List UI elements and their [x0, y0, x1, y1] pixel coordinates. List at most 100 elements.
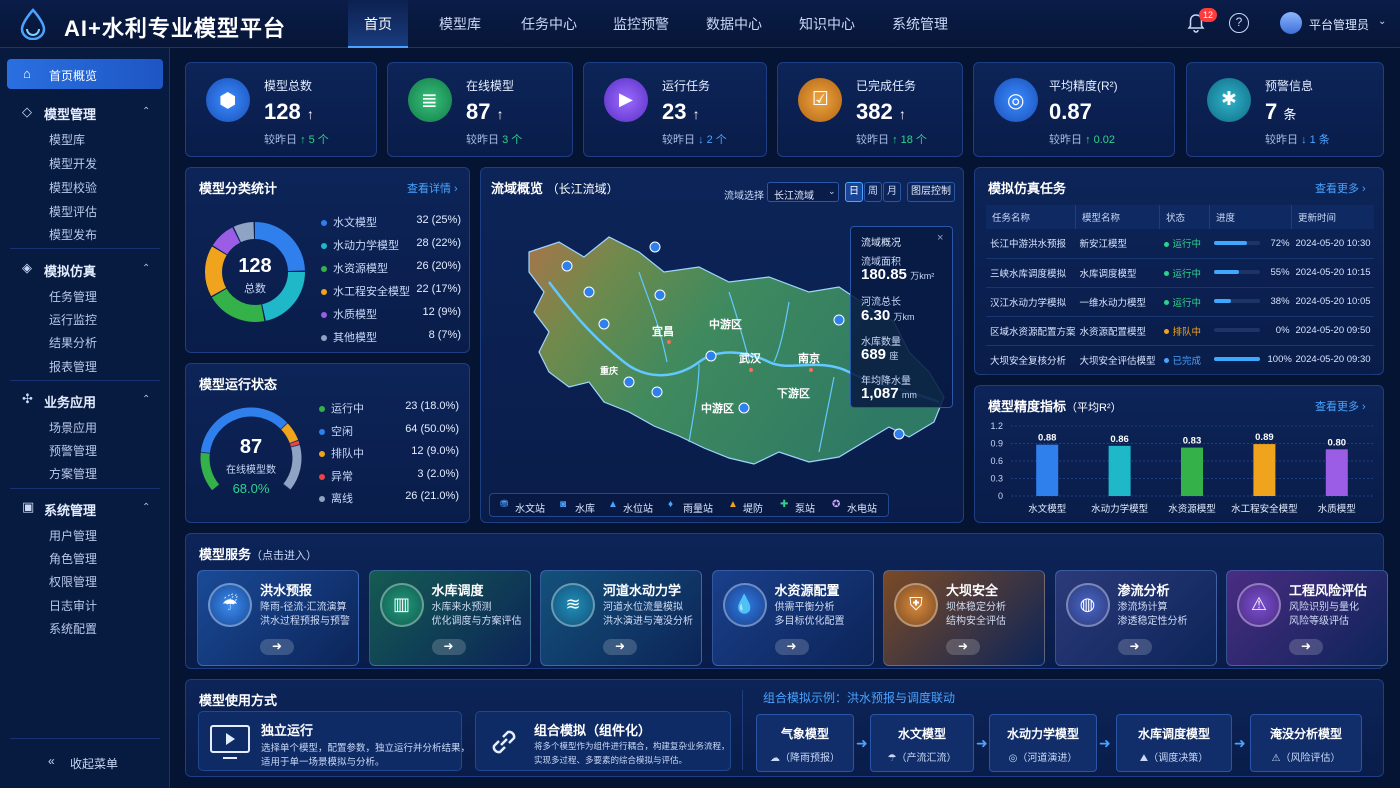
help-icon[interactable]: ?	[1229, 13, 1249, 33]
sidebar-item-log-audit[interactable]: 日志审计	[49, 597, 97, 614]
pump-station-icon: ✚	[780, 499, 789, 510]
view-more-link[interactable]: 查看更多 ›	[1315, 398, 1366, 414]
arrow-right-button[interactable]: ➜	[431, 639, 466, 655]
chevron-up-icon[interactable]: ⌃	[142, 502, 150, 513]
nav-home[interactable]: 首页	[348, 0, 408, 48]
sidebar-item-permission-mgmt[interactable]: 权限管理	[49, 573, 97, 590]
sidebar-item-model-dev[interactable]: 模型开发	[49, 155, 97, 172]
station-marker[interactable]	[623, 376, 635, 388]
station-marker[interactable]	[833, 314, 845, 326]
basin-select[interactable]: 长江流域 ⌄	[767, 182, 839, 202]
sidebar-item-overview[interactable]: ⌂ 首页概览	[7, 59, 163, 89]
sidebar-item-model-check[interactable]: 模型校验	[49, 179, 97, 196]
arrow-right-button[interactable]: ➜	[603, 639, 637, 655]
arrow-right-button[interactable]: ➜	[260, 639, 294, 655]
table-row[interactable]: 大坝安全复核分析 大坝安全评估模型 已完成 100% 2024-05-20 09:30	[986, 345, 1374, 375]
sidebar-item-task-mgmt[interactable]: 任务管理	[49, 288, 97, 305]
arrow-right-button[interactable]: ➜	[1117, 639, 1152, 655]
arrow-right-button[interactable]: ➜	[1289, 639, 1323, 655]
sidebar-group-system[interactable]: 系统管理	[44, 500, 96, 519]
table-row[interactable]: 区域水资源配置方案 水资源配置模型 排队中 0% 2024-05-20 09:50	[986, 316, 1374, 346]
station-marker[interactable]	[893, 428, 905, 440]
sidebar-group-simulation[interactable]: 模拟仿真	[44, 261, 96, 280]
status-dot	[1163, 329, 1169, 335]
nav-data-center[interactable]: 数据中心	[700, 0, 768, 48]
service-card[interactable]: ≋ 河道水动力学 河道水位流量模拟 洪水演进与淹没分析 ➜	[540, 570, 702, 666]
bar[interactable]	[1181, 447, 1203, 496]
sidebar-group-business[interactable]: 业务应用	[44, 392, 96, 411]
layer-control-button[interactable]: 图层控制	[907, 182, 955, 202]
stat-card-online-models[interactable]: ≣ 在线模型 87 ↑ 较昨日 3 个	[387, 62, 573, 157]
service-card[interactable]: 💧 水资源配置 供需平衡分析 多目标优化配置 ➜	[711, 570, 874, 666]
station-marker[interactable]	[651, 386, 663, 398]
sidebar-item-run-monitor[interactable]: 运行监控	[49, 311, 97, 328]
service-card[interactable]: ⚠ 工程风险评估 风险识别与量化 风险等级评估 ➜	[1226, 570, 1388, 666]
bar[interactable]	[1108, 445, 1131, 496]
sidebar-item-alert-mgmt[interactable]: 预警管理	[49, 442, 97, 459]
station-marker[interactable]	[654, 289, 666, 301]
sidebar-item-model-publish[interactable]: 模型发布	[49, 226, 97, 243]
station-marker[interactable]	[738, 402, 750, 414]
sidebar-item-role-mgmt[interactable]: 角色管理	[49, 550, 97, 567]
view-more-link[interactable]: 查看更多 ›	[1315, 180, 1366, 196]
stat-card-running-tasks[interactable]: ▶ 运行任务 23 ↑ 较昨日 ↓ 2 个	[583, 62, 767, 157]
service-card[interactable]: ◍ 渗流分析 渗流场计算 渗透稳定性分析 ➜	[1054, 570, 1217, 666]
chevron-up-icon[interactable]: ⌃	[142, 263, 150, 274]
collapse-menu-button[interactable]: 收起菜单	[70, 755, 118, 772]
usage-card-combined[interactable]: 组合模拟（组件化） 将多个模型作为组件进行耦合，构建复杂业务流程， 实现多过程、…	[475, 711, 731, 771]
chevron-up-icon[interactable]: ⌃	[142, 394, 150, 405]
service-card[interactable]: ☔ 洪水预报 降雨-径流-汇流演算 洪水过程预报与预警 ➜	[197, 570, 359, 666]
sidebar-item-result-analysis[interactable]: 结果分析	[49, 334, 97, 351]
close-icon[interactable]: ×	[937, 232, 943, 244]
service-card[interactable]: ⛨ 大坝安全 坝体稳定分析 结构安全评估 ➜	[883, 570, 1045, 666]
period-month-button[interactable]: 月	[883, 182, 901, 202]
table-row[interactable]: 汉江水动力学模拟 一维水动力模型 运行中 38% 2024-05-20 10:05	[986, 287, 1374, 317]
user-avatar[interactable]	[1280, 12, 1302, 34]
station-marker[interactable]	[649, 241, 661, 253]
arrow-right-button[interactable]: ➜	[774, 639, 809, 655]
flow-step[interactable]: 水库调度模型 ⛰（调度决策）	[1116, 714, 1232, 772]
flow-step[interactable]: 淹没分析模型 ⚠（风险评估）	[1250, 714, 1362, 772]
service-card[interactable]: ▥ 水库调度 水库来水预测 优化调度与方案评估 ➜	[368, 570, 531, 666]
usage-card-standalone[interactable]: 独立运行 选择单个模型，配置参数，独立运行并分析结果， 适用于单一场景模拟与分析…	[198, 711, 470, 771]
bar[interactable]	[1325, 449, 1348, 496]
chevron-down-icon[interactable]: ⌄	[1378, 16, 1386, 27]
stat-card-total-models[interactable]: ⬢ 模型总数 128 ↑ 较昨日 ↑ 5 个	[185, 62, 377, 157]
user-name[interactable]: 平台管理员	[1309, 16, 1369, 33]
sidebar-group-model[interactable]: 模型管理	[44, 104, 96, 123]
nav-task-center[interactable]: 任务中心	[514, 0, 584, 48]
table-row[interactable]: 三峡水库调度模拟 水库调度模型 运行中 55% 2024-05-20 10:15	[986, 258, 1374, 288]
stat-card-completed-tasks[interactable]: ☑ 已完成任务 382 ↑ 较昨日 ↑ 18 个	[777, 62, 963, 157]
flow-step[interactable]: 水文模型 ☂（产流汇流）	[870, 714, 974, 772]
bar[interactable]	[1253, 444, 1276, 496]
arrow-right-button[interactable]: ➜	[946, 639, 980, 655]
period-week-button[interactable]: 周	[864, 182, 882, 202]
legend-label: 离线	[331, 493, 353, 505]
table-row[interactable]: 长江中游洪水预报 新安江模型 运行中 72% 2024-05-20 10:30	[986, 229, 1374, 259]
sidebar-item-scene-app[interactable]: 场景应用	[49, 419, 97, 436]
flow-step[interactable]: 气象模型 ☁（降雨预报）	[756, 714, 854, 772]
sidebar-item-model-eval[interactable]: 模型评估	[49, 203, 97, 220]
double-chevron-left-icon[interactable]: «	[48, 754, 55, 768]
station-marker[interactable]	[705, 350, 717, 362]
sidebar-item-user-mgmt[interactable]: 用户管理	[49, 527, 97, 544]
sidebar-item-model-library[interactable]: 模型库	[49, 131, 85, 148]
station-marker[interactable]	[561, 260, 573, 272]
station-marker[interactable]	[583, 286, 595, 298]
view-details-link[interactable]: 查看详情 ›	[407, 180, 458, 196]
sidebar-item-plan-mgmt[interactable]: 方案管理	[49, 465, 97, 482]
flow-step[interactable]: 水动力学模型 ◎（河道演进）	[989, 714, 1097, 772]
period-day-button[interactable]: 日	[845, 182, 863, 202]
nav-model-library[interactable]: 模型库	[430, 0, 490, 48]
nav-monitoring-alerts[interactable]: 监控预警	[605, 0, 677, 48]
bar[interactable]	[1036, 444, 1059, 496]
nav-knowledge-center[interactable]: 知识中心	[792, 0, 862, 48]
sidebar-item-system-config[interactable]: 系统配置	[49, 620, 97, 637]
nav-system-management[interactable]: 系统管理	[885, 0, 955, 48]
stat-card-avg-accuracy[interactable]: ◎ 平均精度(R²) 0.87 较昨日 ↑ 0.02	[973, 62, 1175, 157]
chevron-up-icon[interactable]: ⌃	[142, 106, 150, 117]
stat-card-alerts[interactable]: ✱ 预警信息 7 条 较昨日 ↓ 1 条	[1186, 62, 1384, 157]
update-time: 2024-05-20 09:30	[1291, 345, 1374, 375]
sidebar-item-report-mgmt[interactable]: 报表管理	[49, 358, 97, 375]
station-marker[interactable]	[598, 318, 610, 330]
